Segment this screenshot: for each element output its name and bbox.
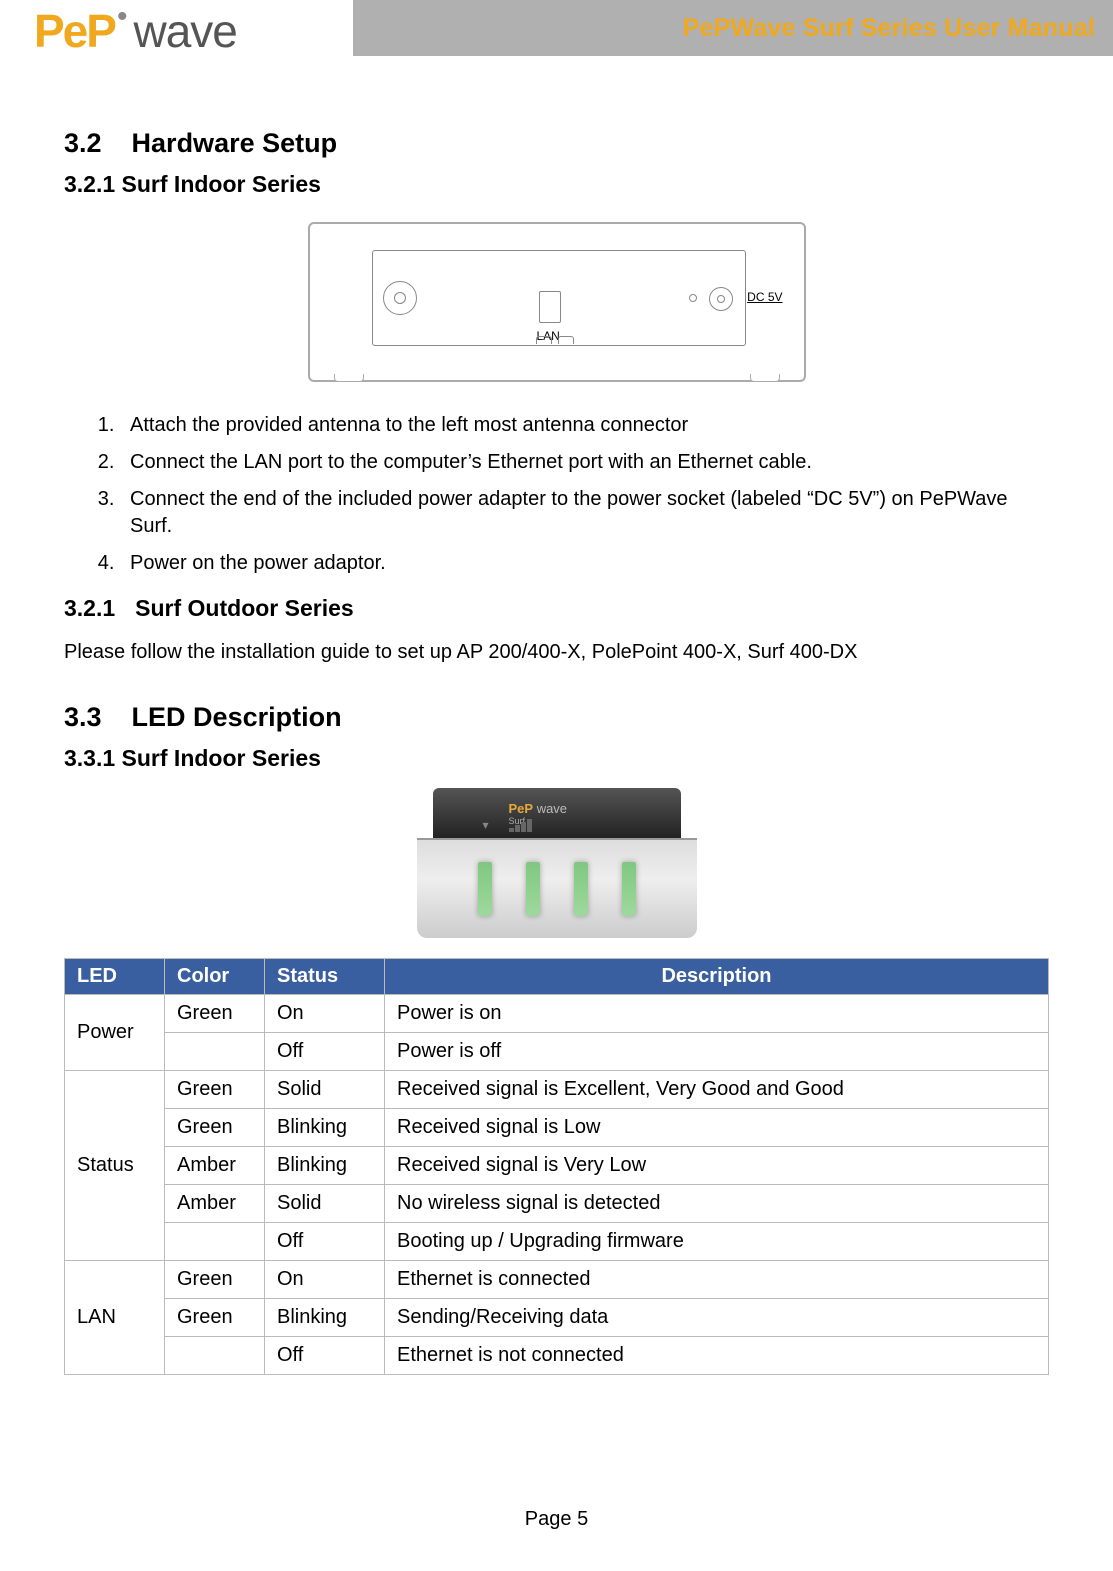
table-row: Green Blinking Received signal is Low — [65, 1109, 1049, 1147]
list-item: Connect the LAN port to the computer’s E… — [120, 449, 1049, 476]
cell-status: Solid — [265, 1071, 385, 1109]
cell-status: Off — [265, 1033, 385, 1071]
section-3-2-1b-heading: 3.2.1 Surf Outdoor Series — [64, 595, 1049, 622]
cell-color: Green — [165, 995, 265, 1033]
cell-color: Green — [165, 1261, 265, 1299]
cell-description: Ethernet is not connected — [385, 1337, 1049, 1375]
cell-status: Off — [265, 1223, 385, 1261]
logo-pep-text: PeP — [34, 4, 115, 58]
led-indicator-icon — [526, 862, 540, 916]
col-header-description: Description — [385, 959, 1049, 995]
section-3-2-1-heading: 3.2.1 Surf Indoor Series — [64, 171, 1049, 198]
table-row: Off Power is off — [65, 1033, 1049, 1071]
cell-color — [165, 1033, 265, 1071]
signal-bars-icon — [509, 819, 532, 832]
cell-status: Solid — [265, 1185, 385, 1223]
section-3-2-1b-number: 3.2.1 — [64, 595, 115, 622]
cell-status: Blinking — [265, 1109, 385, 1147]
device-front-bottom — [417, 838, 697, 938]
device-rear-panel: LAN DC 5V — [372, 250, 746, 346]
table-row: Green Blinking Sending/Receiving data — [65, 1299, 1049, 1337]
cell-color: Amber — [165, 1185, 265, 1223]
led-description-table: LED Color Status Description Power Green… — [64, 958, 1049, 1375]
table-row: LAN Green On Ethernet is connected — [65, 1261, 1049, 1299]
list-item: Attach the provided antenna to the left … — [120, 412, 1049, 439]
col-header-status: Status — [265, 959, 385, 995]
cell-color: Green — [165, 1071, 265, 1109]
section-3-3-number: 3.3 — [64, 702, 102, 733]
col-header-led: LED — [65, 959, 165, 995]
cell-color: Green — [165, 1109, 265, 1147]
tab-icon — [558, 336, 574, 344]
list-item: Power on the power adaptor. — [120, 550, 1049, 577]
list-item: Connect the end of the included power ad… — [120, 486, 1049, 540]
page-footer: Page 5 — [0, 1508, 1113, 1531]
logo: PeP • wave — [34, 4, 237, 58]
button-hole-icon — [689, 294, 697, 302]
document-title: PePWave Surf Series User Manual — [683, 14, 1095, 43]
cell-color — [165, 1223, 265, 1261]
setup-steps-list: Attach the provided antenna to the left … — [64, 412, 1049, 577]
section-3-2-heading: 3.2 Hardware Setup — [64, 128, 1049, 159]
led-indicator-icon — [622, 862, 636, 916]
outdoor-body-text: Please follow the installation guide to … — [64, 638, 1049, 666]
dc-port-icon — [709, 287, 733, 311]
cell-description: Power is on — [385, 995, 1049, 1033]
cell-status: On — [265, 1261, 385, 1299]
wifi-icon: ▾ — [483, 818, 489, 832]
led-indicator-icon — [574, 862, 588, 916]
header-bar: PePWave Surf Series User Manual — [353, 0, 1113, 56]
table-row: Off Booting up / Upgrading firmware — [65, 1223, 1049, 1261]
section-3-3-title: LED Description — [132, 702, 342, 732]
table-row: Amber Blinking Received signal is Very L… — [65, 1147, 1049, 1185]
cell-color — [165, 1337, 265, 1375]
cell-description: Ethernet is connected — [385, 1261, 1049, 1299]
section-3-2-1b-title: Surf Outdoor Series — [135, 595, 354, 621]
cell-led: LAN — [65, 1261, 165, 1375]
cell-color: Amber — [165, 1147, 265, 1185]
cell-description: Received signal is Excellent, Very Good … — [385, 1071, 1049, 1109]
cell-status: Blinking — [265, 1147, 385, 1185]
col-header-color: Color — [165, 959, 265, 995]
cell-status: Blinking — [265, 1299, 385, 1337]
led-indicator-icon — [478, 862, 492, 916]
device-model-label: Surf — [509, 816, 681, 826]
foot-icon — [334, 374, 364, 382]
logo-wave-text: wave — [133, 4, 236, 58]
cell-led: Power — [65, 995, 165, 1071]
table-row: Off Ethernet is not connected — [65, 1337, 1049, 1375]
device-rear-outline: LAN DC 5V — [308, 222, 806, 382]
section-3-3-heading: 3.3 LED Description — [64, 702, 1049, 733]
cell-status: Off — [265, 1337, 385, 1375]
cell-description: Received signal is Very Low — [385, 1147, 1049, 1185]
device-brand-wave: wave — [533, 801, 567, 816]
cell-description: No wireless signal is detected — [385, 1185, 1049, 1223]
figure-device-rear: LAN DC 5V — [308, 222, 806, 382]
section-3-2-number: 3.2 — [64, 128, 102, 159]
cell-status: On — [265, 995, 385, 1033]
figure-device-front: PeP wave Surf ▾ — [417, 788, 697, 938]
lan-port-icon — [539, 291, 561, 323]
dc-port-label: DC 5V — [747, 290, 782, 304]
section-3-2-title: Hardware Setup — [132, 128, 338, 158]
tab-icon — [536, 336, 552, 344]
cell-description: Received signal is Low — [385, 1109, 1049, 1147]
foot-icon — [750, 374, 780, 382]
table-row: Status Green Solid Received signal is Ex… — [65, 1071, 1049, 1109]
cell-description: Power is off — [385, 1033, 1049, 1071]
cell-led: Status — [65, 1071, 165, 1261]
table-row: Amber Solid No wireless signal is detect… — [65, 1185, 1049, 1223]
cell-color: Green — [165, 1299, 265, 1337]
device-front-top: PeP wave Surf ▾ — [433, 788, 681, 838]
cell-description: Booting up / Upgrading firmware — [385, 1223, 1049, 1261]
table-row: Power Green On Power is on — [65, 995, 1049, 1033]
device-brand-pep: PeP — [509, 801, 534, 816]
logo-dot-icon: • — [117, 0, 128, 34]
cell-description: Sending/Receiving data — [385, 1299, 1049, 1337]
antenna-connector-icon — [383, 281, 417, 315]
section-3-3-1-heading: 3.3.1 Surf Indoor Series — [64, 745, 1049, 772]
